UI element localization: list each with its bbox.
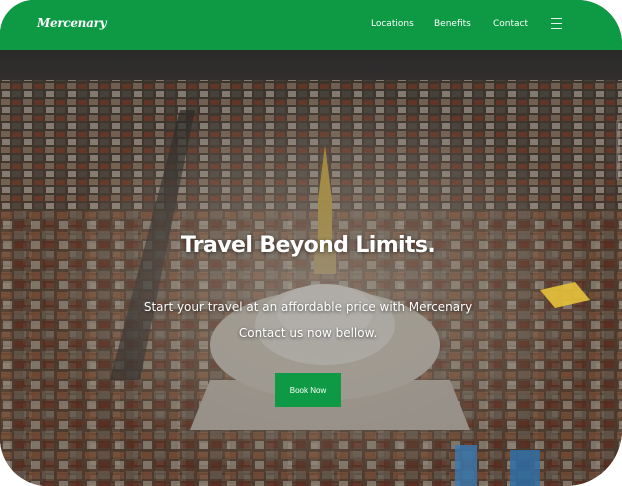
hero-section: Travel Beyond Limits. Start your travel …	[0, 50, 622, 486]
nav-link-benefits[interactable]: Benefits	[434, 19, 471, 29]
book-now-button[interactable]: Book Now	[275, 373, 341, 407]
nav-link-locations[interactable]: Locations	[371, 19, 414, 29]
scrollbar[interactable]	[616, 120, 620, 180]
nav-link-contact[interactable]: Contact	[493, 19, 528, 29]
page-frame: Travel Beyond Limits. Start your travel …	[0, 0, 622, 486]
hero-subtitle-line1: Start your travel at an affordable price…	[143, 300, 473, 314]
navbar: Mercenary Locations Benefits Contact	[0, 0, 622, 50]
hero-subtitle-line2: Contact us now bellow.	[238, 326, 378, 340]
hamburger-menu-icon[interactable]	[551, 18, 562, 30]
hero-background-image	[0, 50, 622, 486]
hero-title: Travel Beyond Limits.	[180, 233, 436, 258]
brand-logo[interactable]: Mercenary	[37, 16, 107, 30]
